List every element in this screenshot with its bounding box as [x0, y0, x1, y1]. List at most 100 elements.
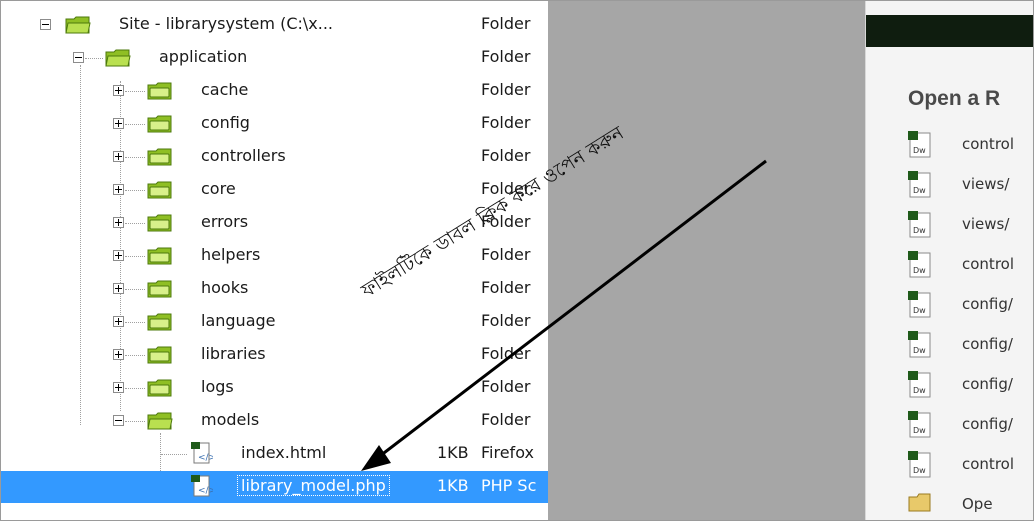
tree-item-label: logs [201, 377, 234, 396]
recent-item[interactable]: Dw config/ [908, 291, 1033, 321]
svg-text:Dw: Dw [913, 226, 926, 235]
tree-item-type: Folder [481, 146, 531, 165]
folder-open-icon [105, 49, 131, 67]
recent-item[interactable]: Dw control [908, 251, 1033, 281]
expand-icon[interactable] [113, 316, 124, 327]
recent-item-label: control [962, 455, 1014, 473]
recent-item-label: Ope [962, 495, 993, 513]
tree-connector [125, 256, 145, 257]
svg-text:Dw: Dw [913, 426, 926, 435]
tree-item-label: controllers [201, 146, 286, 165]
recent-item[interactable]: Dw views/ [908, 171, 1033, 201]
tree-item-label: Site - librarysystem (C:\x... [119, 14, 333, 33]
tree-row-cache[interactable]: cache Folder [1, 75, 548, 107]
tree-item-type: Folder [481, 47, 531, 66]
tree-item-type: Folder [481, 377, 531, 396]
folder-open-icon [147, 412, 173, 430]
tree-item-type: Folder [481, 344, 531, 363]
tree-row-controllers[interactable]: controllers Folder [1, 141, 548, 173]
recent-item[interactable]: Dw config/ [908, 371, 1033, 401]
start-page-panel: Open a R Dw control Dw views/ Dw views/ … [865, 1, 1033, 520]
tree-item-label: errors [201, 212, 249, 231]
recent-item[interactable]: Ope [908, 491, 1033, 520]
expand-icon[interactable] [113, 283, 124, 294]
folder-icon [147, 379, 172, 397]
collapse-icon[interactable] [73, 52, 84, 63]
screenshot-frame: Site - librarysystem (C:\x... Folder app… [0, 0, 1034, 521]
dreamweaver-file-icon: Dw [908, 371, 931, 398]
tree-item-type: Folder [481, 311, 531, 330]
folder-icon [147, 115, 172, 133]
files-panel: Site - librarysystem (C:\x... Folder app… [1, 1, 548, 520]
tree-item-label: library_model.php [237, 475, 390, 496]
tree-row-site[interactable]: Site - librarysystem (C:\x... Folder [1, 9, 548, 41]
dreamweaver-file-icon: Dw [908, 131, 931, 158]
tree-item-label: language [201, 311, 276, 330]
expand-icon[interactable] [113, 349, 124, 360]
expand-icon[interactable] [113, 217, 124, 228]
tree-item-type: Folder [481, 278, 531, 297]
tree-row-library-model-php[interactable]: </> library_model.php 1KB PHP Sc [1, 471, 548, 503]
svg-text:Dw: Dw [913, 386, 926, 395]
tree-item-type: Firefox [481, 443, 534, 462]
tree-row-core[interactable]: core Folder [1, 174, 548, 206]
tree-item-label: hooks [201, 278, 249, 297]
collapse-icon[interactable] [40, 19, 51, 30]
expand-icon[interactable] [113, 382, 124, 393]
tree-row-language[interactable]: language Folder [1, 306, 548, 338]
tree-row-index-html[interactable]: </> index.html 1KB Firefox [1, 438, 548, 470]
tree-item-type: Folder [481, 113, 531, 132]
tree-row-libraries[interactable]: libraries Folder [1, 339, 548, 371]
dreamweaver-file-icon: Dw [908, 411, 931, 438]
tree-item-size: 1KB [437, 476, 469, 495]
folder-icon [147, 346, 172, 364]
recent-item[interactable]: Dw views/ [908, 211, 1033, 241]
svg-text:Dw: Dw [913, 306, 926, 315]
tree-connector [125, 388, 145, 389]
tree-row-logs[interactable]: logs Folder [1, 372, 548, 404]
php-file-icon: </> [191, 442, 213, 464]
svg-text:Dw: Dw [913, 146, 926, 155]
tree-item-label: libraries [201, 344, 266, 363]
tree-item-size: 1KB [437, 443, 469, 462]
expand-icon[interactable] [113, 151, 124, 162]
tree-connector [161, 454, 187, 455]
tree-item-label: helpers [201, 245, 261, 264]
recent-item-label: views/ [962, 215, 1010, 233]
tree-connector [125, 421, 145, 422]
recent-item[interactable]: Dw config/ [908, 331, 1033, 361]
dreamweaver-file-icon: Dw [908, 291, 931, 318]
svg-text:Dw: Dw [913, 266, 926, 275]
recent-item[interactable]: Dw config/ [908, 411, 1033, 441]
recent-item[interactable]: Dw control [908, 131, 1033, 161]
tree-item-label: config [201, 113, 250, 132]
svg-text:Dw: Dw [913, 186, 926, 195]
tree-row-hooks[interactable]: hooks Folder [1, 273, 548, 305]
folder-icon [147, 148, 172, 166]
tree-row-config[interactable]: config Folder [1, 108, 548, 140]
dreamweaver-file-icon: Dw [908, 451, 931, 478]
tree-connector [125, 91, 145, 92]
tree-row-application[interactable]: application Folder [1, 42, 548, 74]
tree-connector [125, 190, 145, 191]
expand-icon[interactable] [113, 85, 124, 96]
tree-connector [125, 223, 145, 224]
tree-connector [125, 355, 145, 356]
tree-row-models[interactable]: models Folder [1, 405, 548, 437]
recent-item-label: control [962, 135, 1014, 153]
collapse-icon[interactable] [113, 415, 124, 426]
expand-icon[interactable] [113, 184, 124, 195]
expand-icon[interactable] [113, 118, 124, 129]
tree-connector [125, 289, 145, 290]
dreamweaver-file-icon: Dw [908, 211, 931, 238]
expand-icon[interactable] [113, 250, 124, 261]
tree-connector [85, 58, 103, 59]
tree-item-type: Folder [481, 14, 531, 33]
folder-icon [147, 280, 172, 298]
tree-connector [125, 322, 145, 323]
recent-item[interactable]: Dw control [908, 451, 1033, 481]
tree-item-label: index.html [241, 443, 327, 462]
tree-connector [125, 124, 145, 125]
svg-text:</>: </> [198, 453, 213, 463]
folder-icon [908, 493, 931, 512]
